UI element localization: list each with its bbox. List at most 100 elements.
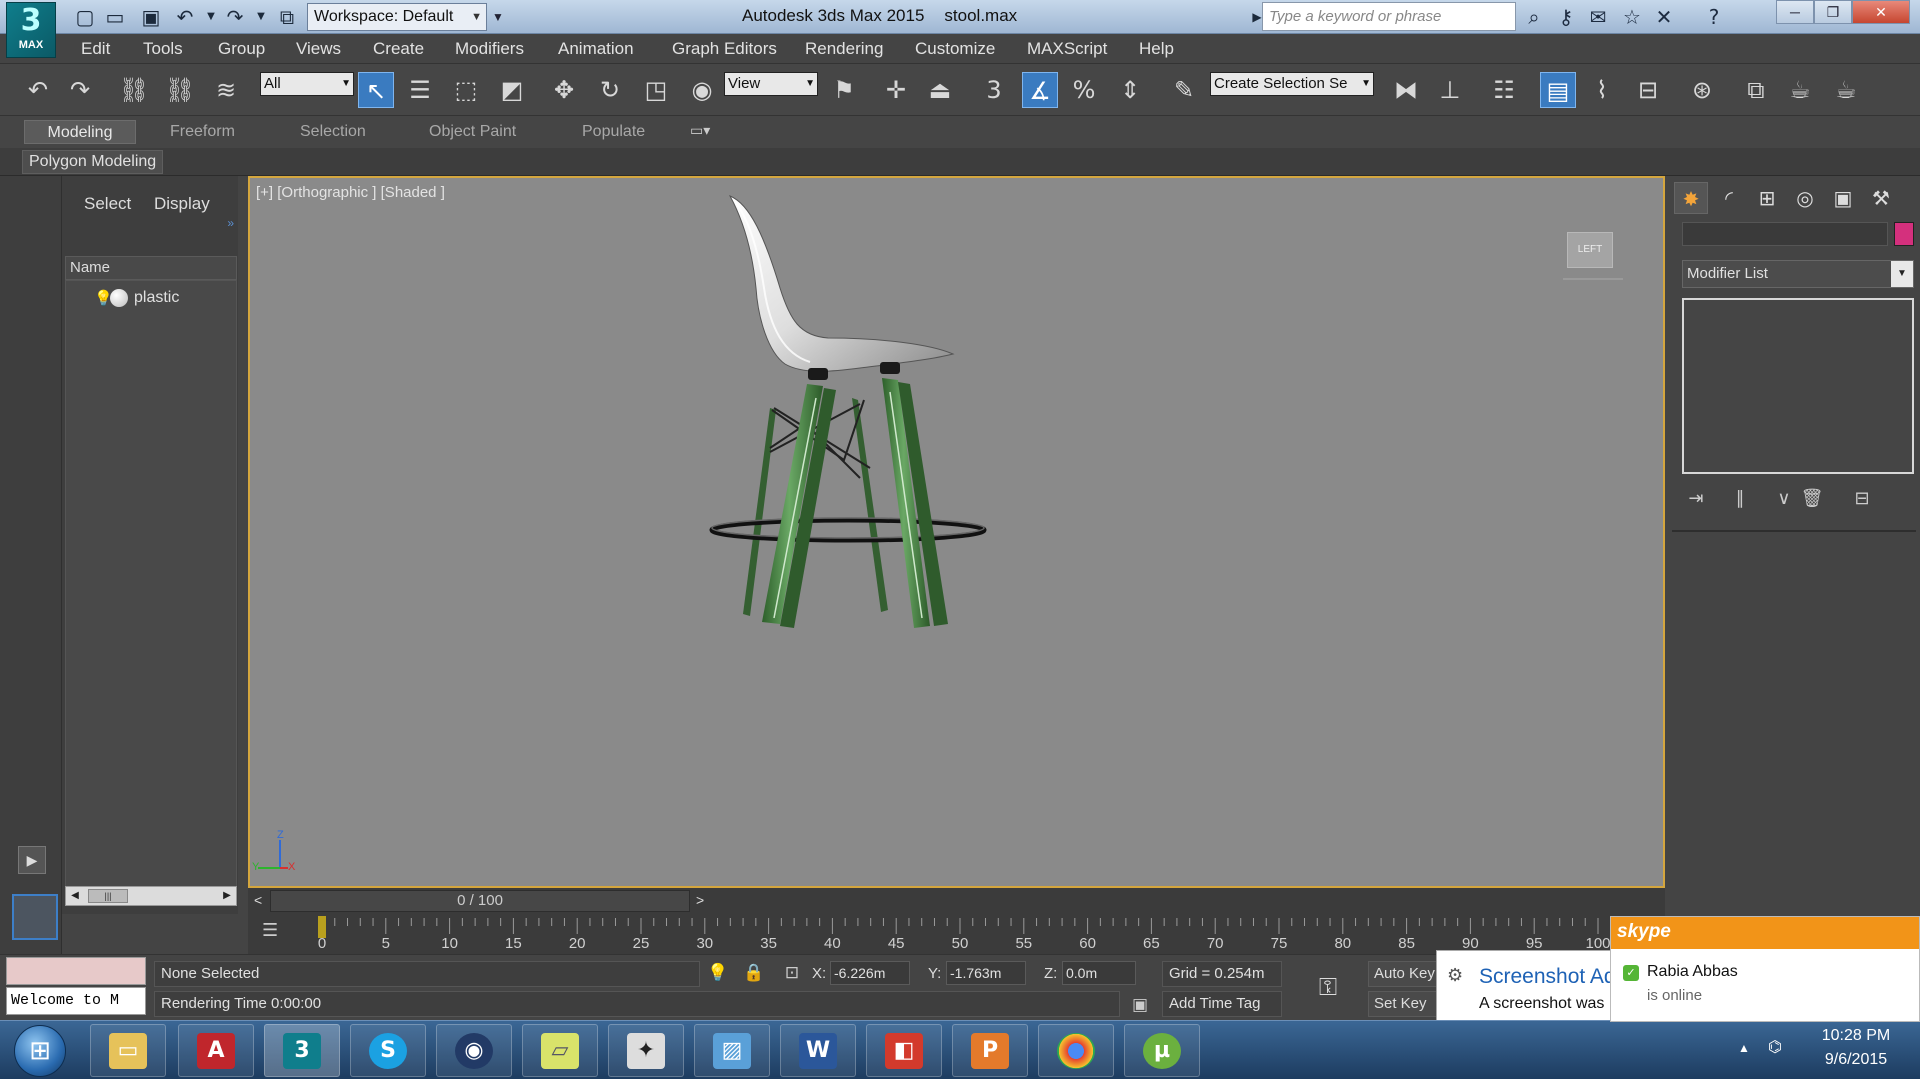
select-and-scale-icon[interactable]: ◳	[638, 72, 674, 108]
taskbar-powerpoint[interactable]: P	[952, 1024, 1028, 1077]
tab-create-icon[interactable]: ✸	[1674, 182, 1708, 214]
quick-access-customize-icon[interactable]: ▼	[489, 3, 507, 31]
selection-lock-icon[interactable]: 🔒	[742, 961, 766, 985]
taskbar-sketchup[interactable]: ◧	[866, 1024, 942, 1077]
taskbar-photo-viewer[interactable]: ▨	[694, 1024, 770, 1077]
network-icon[interactable]: ⌬	[1768, 1037, 1792, 1061]
pin-stack-icon[interactable]: ⇥	[1682, 486, 1710, 512]
layer-manager-icon[interactable]: ☷	[1486, 72, 1522, 108]
tab-modeling[interactable]: Modeling	[24, 120, 136, 144]
explorer-menu-display[interactable]: Display	[154, 194, 210, 214]
render-production-icon[interactable]: ☕	[1828, 72, 1864, 108]
y-coordinate-field[interactable]: -1.763m	[946, 961, 1026, 985]
menu-group[interactable]: Group	[218, 39, 265, 59]
z-coordinate-field[interactable]: 0.0m	[1062, 961, 1136, 985]
tab-hierarchy-icon[interactable]: ⊞	[1750, 182, 1784, 214]
taskbar-sticky-notes[interactable]: ▱	[522, 1024, 598, 1077]
exchange-icon[interactable]: ✕	[1650, 4, 1678, 30]
time-slider-prev-button[interactable]: <	[254, 892, 262, 908]
maxscript-input[interactable]: Welcome to M	[6, 987, 146, 1015]
tab-motion-icon[interactable]: ◎	[1788, 182, 1822, 214]
viewport-layout-tab[interactable]	[12, 894, 58, 940]
taskbar-autocad[interactable]: A	[178, 1024, 254, 1077]
select-and-place-icon[interactable]: ◉	[684, 72, 720, 108]
modifier-list-dropdown[interactable]: Modifier List ▼	[1682, 260, 1914, 288]
redo-dropdown-icon[interactable]: ▼	[248, 4, 274, 30]
menu-rendering[interactable]: Rendering	[805, 39, 883, 59]
communication-center-icon[interactable]: ✉	[1584, 4, 1612, 30]
select-and-link-icon[interactable]: ⛓	[116, 72, 152, 108]
new-file-icon[interactable]: ▢	[72, 4, 98, 30]
taskbar-3ds-max[interactable]: 3	[264, 1024, 340, 1077]
schematic-view-icon[interactable]: ⊟	[1630, 72, 1666, 108]
pivot-center-icon[interactable]: ⚑	[826, 72, 862, 108]
polygon-modeling-panel[interactable]: Polygon Modeling	[22, 150, 164, 174]
object-color-swatch[interactable]	[1894, 222, 1914, 246]
clock-time[interactable]: 10:28 PM	[1812, 1027, 1900, 1045]
maximize-button[interactable]: ❐	[1814, 0, 1852, 24]
taskbar-chrome[interactable]	[1038, 1024, 1114, 1077]
taskbar-utorrent[interactable]: µ	[1124, 1024, 1200, 1077]
favorites-star-icon[interactable]: ☆	[1618, 4, 1646, 30]
mirror-icon[interactable]: ⧓	[1388, 72, 1424, 108]
auto-key-button[interactable]: Auto Key	[1368, 961, 1438, 987]
window-crossing-icon[interactable]: ◩	[494, 72, 530, 108]
make-unique-icon[interactable]: ∨	[1770, 486, 1798, 512]
minimize-button[interactable]: ─	[1776, 0, 1814, 24]
reference-coordinate-dropdown[interactable]: View ▼	[724, 72, 818, 96]
help-icon[interactable]: ?	[1700, 4, 1728, 30]
bind-to-space-warp-icon[interactable]: ≋	[208, 72, 244, 108]
menu-create[interactable]: Create	[373, 39, 424, 59]
time-slider-thumb[interactable]: 0 / 100	[270, 890, 690, 912]
set-keys-key-icon[interactable]: ⚿	[1306, 967, 1350, 1007]
project-folder-icon[interactable]: ⧉	[274, 4, 300, 30]
redo-icon[interactable]: ↷	[222, 4, 248, 30]
menu-help[interactable]: Help	[1139, 39, 1174, 59]
menu-edit[interactable]: Edit	[81, 39, 110, 59]
save-file-icon[interactable]: ▣	[138, 4, 164, 30]
keyboard-shortcut-override-icon[interactable]: ⏏	[922, 72, 958, 108]
tab-freeform[interactable]: Freeform	[162, 120, 243, 144]
edit-named-selection-icon[interactable]: ✎	[1166, 72, 1202, 108]
align-icon[interactable]: ⊥	[1432, 72, 1468, 108]
scene-explorer-toggle-icon[interactable]: ▤	[1540, 72, 1576, 108]
expand-toolbar-icon[interactable]: »	[227, 216, 234, 230]
rendered-frame-window-icon[interactable]: ☕	[1782, 72, 1818, 108]
time-tag-icon[interactable]: ▣	[1128, 993, 1152, 1017]
selection-filter-dropdown[interactable]: All ▼	[260, 72, 354, 96]
play-icon[interactable]: ▶	[18, 846, 46, 874]
menu-maxscript[interactable]: MAXScript	[1027, 39, 1107, 59]
show-end-result-icon[interactable]: ∥	[1726, 486, 1754, 512]
maxscript-output[interactable]	[6, 957, 146, 985]
absolute-mode-transform-icon[interactable]: ⊡	[780, 961, 804, 985]
snaps-toggle-icon[interactable]: 3	[976, 72, 1012, 108]
ribbon-options-icon[interactable]: ▭▾	[690, 122, 710, 139]
object-name-field[interactable]	[1682, 222, 1888, 246]
modifier-stack[interactable]	[1682, 298, 1914, 474]
stool-model[interactable]	[250, 178, 1663, 886]
tab-selection[interactable]: Selection	[292, 120, 374, 144]
configure-modifier-sets-icon[interactable]: ⊟	[1848, 486, 1876, 512]
application-menu-button[interactable]: 3 MAX	[6, 2, 56, 58]
explorer-menu-select[interactable]: Select	[84, 194, 131, 214]
track-bar-ruler[interactable]: 0 5 10 15 20 25 30 35 40 45 50 55 60 65 70 75 80 85 90 95 10…	[248, 914, 1665, 954]
select-and-rotate-icon[interactable]: ↻	[592, 72, 628, 108]
show-hidden-icons-icon[interactable]: ▲	[1738, 1041, 1750, 1055]
material-editor-icon[interactable]: ⊛	[1684, 72, 1720, 108]
add-time-tag-button[interactable]: Add Time Tag	[1162, 991, 1282, 1017]
menu-graph-editors[interactable]: Graph Editors	[672, 39, 777, 59]
menu-animation[interactable]: Animation	[558, 39, 634, 59]
menu-views[interactable]: Views	[296, 39, 341, 59]
list-item[interactable]: 💡 plastic	[94, 289, 179, 311]
taskbar-zbrush[interactable]: ✦	[608, 1024, 684, 1077]
tab-modify-icon[interactable]: ◜	[1712, 182, 1746, 214]
menu-modifiers[interactable]: Modifiers	[455, 39, 524, 59]
current-frame-marker[interactable]	[318, 916, 326, 938]
tab-utilities-icon[interactable]: ⚒	[1864, 182, 1898, 214]
undo-icon[interactable]: ↶	[172, 4, 198, 30]
named-selection-sets-dropdown[interactable]: Create Selection Se ▼	[1210, 72, 1374, 96]
spinner-snap-toggle-icon[interactable]: ⇕	[1112, 72, 1148, 108]
menu-tools[interactable]: Tools	[143, 39, 183, 59]
taskbar-file-explorer[interactable]: ▭	[90, 1024, 166, 1077]
time-slider[interactable]: < 0 / 100 >	[248, 888, 1665, 914]
